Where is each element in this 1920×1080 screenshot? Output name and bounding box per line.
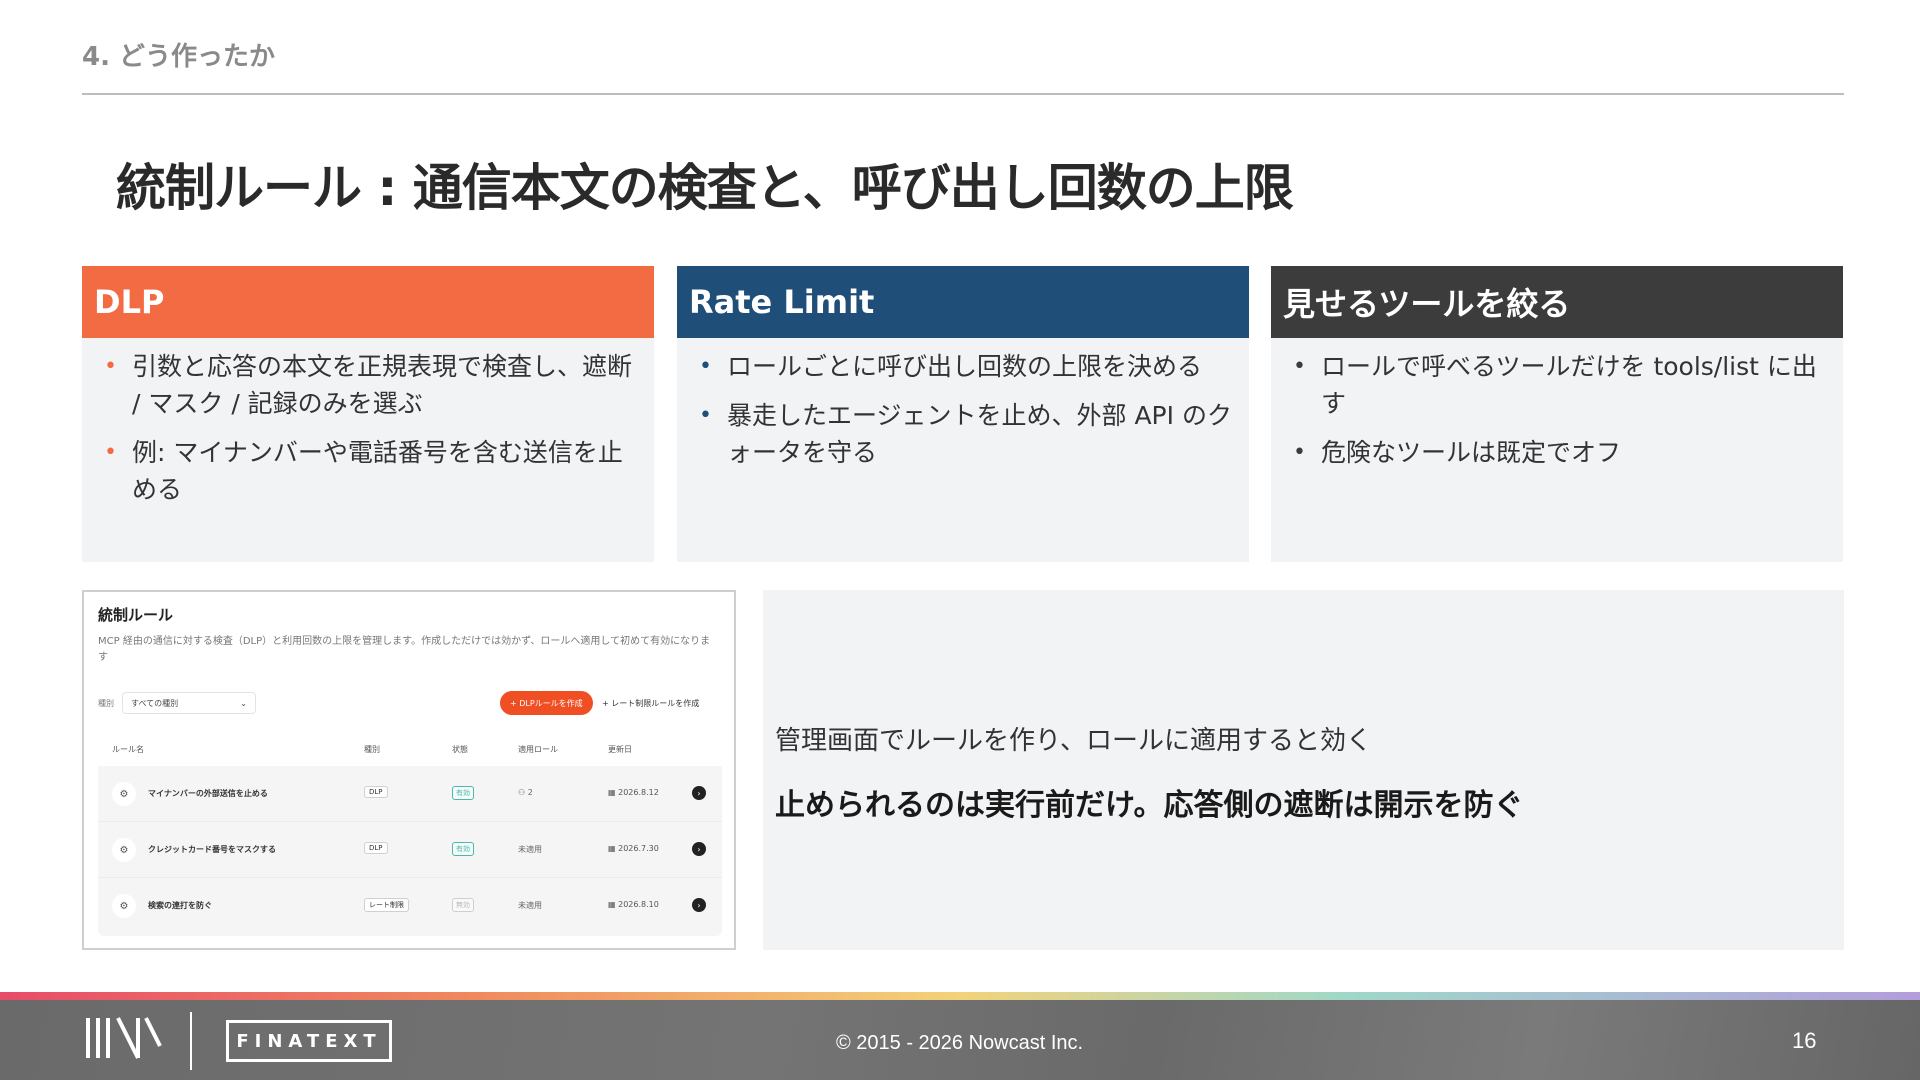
column-header: 種別 (364, 745, 380, 754)
bullet-text: 例: マイナンバーや電話番号を含む送信を止める (132, 438, 623, 504)
finatext-logo: FINATEXT (226, 1020, 392, 1062)
filter-label: 種別 (98, 698, 114, 708)
bullet-text: 引数と応答の本文を正規表現で検査し、遮断 / マスク / 記録のみを選ぶ (132, 352, 633, 418)
chevron-right-icon[interactable]: › (692, 786, 706, 800)
footer: FINATEXT © 2015 - 2026 Nowcast Inc. 16 (0, 1000, 1920, 1080)
rule-icon: ⚙ (112, 782, 136, 806)
column-header: 更新日 (608, 745, 632, 754)
rules-table: ルール名 種別 状態 適用ロール 更新日 ⚙ マイナンバーの外部送信を止める D… (98, 730, 722, 936)
bullet-icon: • (1293, 440, 1306, 465)
card-tool-filter: 見せるツールを絞る • ロールで呼べるツールだけを tools/list に出す … (1271, 266, 1843, 562)
rule-name: クレジットカード番号をマスクする (148, 845, 276, 854)
summary-emphasis: 止められるのは実行前だけ。応答側の遮断は開示を防ぐ (775, 788, 1524, 823)
applied-roles: ⚇ 2 (518, 788, 533, 797)
bullet-item: • 例: マイナンバーや電話番号を含む送信を止める (104, 434, 640, 508)
type-select[interactable]: すべての種別 ⌄ (122, 692, 256, 714)
updated-date: ▦ 2026.8.10 (608, 900, 659, 909)
calendar-icon: ▦ (608, 788, 619, 797)
slide-title: 統制ルール : 通信本文の検査と、呼び出し回数の上限 (116, 159, 1294, 217)
column-header: 適用ロール (518, 745, 558, 754)
rule-icon: ⚙ (112, 838, 136, 862)
bullet-item: • ロールで呼べるツールだけを tools/list に出す (1293, 348, 1829, 422)
rule-name: 検索の連打を防ぐ (148, 901, 212, 910)
bullet-item: • 危険なツールは既定でオフ (1293, 434, 1829, 471)
bullet-icon: • (1293, 354, 1306, 379)
bullet-icon: • (104, 440, 117, 465)
card-heading: Rate Limit (677, 266, 1249, 338)
type-badge: レート制限 (364, 898, 409, 912)
bullet-text: ロールごとに呼び出し回数の上限を決める (727, 352, 1203, 381)
bullet-icon: • (699, 403, 712, 428)
bullet-icon: • (104, 354, 117, 379)
updated-date: ▦ 2026.8.12 (608, 788, 659, 797)
column-header: 状態 (452, 745, 468, 754)
chevron-down-icon: ⌄ (240, 698, 247, 708)
header-divider (82, 93, 1844, 95)
updated-date: ▦ 2026.7.30 (608, 844, 659, 853)
column-header: ルール名 (112, 745, 144, 754)
status-badge: 有効 (452, 786, 474, 800)
users-icon: ⚇ (518, 788, 528, 797)
applied-roles: 未適用 (518, 845, 542, 854)
select-value: すべての種別 (131, 698, 179, 708)
create-dlp-rule-button[interactable]: + DLPルールを作成 (500, 691, 593, 715)
rule-icon: ⚙ (112, 894, 136, 918)
table-row[interactable]: ⚙ マイナンバーの外部送信を止める DLP 有効 ⚇ 2 ▦ 2026.8.12… (98, 766, 722, 822)
type-badge: DLP (364, 786, 388, 798)
footer-gradient-stripe (0, 992, 1920, 1000)
calendar-icon: ▦ (608, 844, 619, 853)
summary-line: 管理画面でルールを作り、ロールに適用すると効く (775, 726, 1372, 756)
card-heading: 見せるツールを絞る (1271, 266, 1843, 338)
admin-screenshot: 統制ルール MCP 経由の通信に対する検査（DLP）と利用回数の上限を管理します… (82, 590, 736, 950)
card-heading: DLP (82, 266, 654, 338)
page-number: 16 (1792, 1028, 1817, 1053)
summary-panel: 管理画面でルールを作り、ロールに適用すると効く 止められるのは実行前だけ。応答側… (763, 590, 1844, 950)
chevron-right-icon[interactable]: › (692, 898, 706, 912)
card-dlp: DLP • 引数と応答の本文を正規表現で検査し、遮断 / マスク / 記録のみを選… (82, 266, 654, 562)
copyright: © 2015 - 2026 Nowcast Inc. (836, 1032, 1084, 1054)
logo-divider (190, 1012, 192, 1070)
bullet-icon: • (699, 354, 712, 379)
calendar-icon: ▦ (608, 900, 619, 909)
bullet-text: 暴走したエージェントを止め、外部 API のクォータを守る (727, 401, 1232, 467)
rule-name: マイナンバーの外部送信を止める (148, 789, 268, 798)
bullet-item: • 引数と応答の本文を正規表現で検査し、遮断 / マスク / 記録のみを選ぶ (104, 348, 640, 422)
bullet-item: • 暴走したエージェントを止め、外部 API のクォータを守る (699, 397, 1235, 471)
type-badge: DLP (364, 842, 388, 854)
table-row[interactable]: ⚙ クレジットカード番号をマスクする DLP 有効 未適用 ▦ 2026.7.3… (98, 822, 722, 878)
bullet-text: 危険なツールは既定でオフ (1321, 438, 1622, 467)
table-row[interactable]: ⚙ 検索の連打を防ぐ レート制限 無効 未適用 ▦ 2026.8.10 › (98, 878, 722, 934)
screenshot-description: MCP 経由の通信に対する検査（DLP）と利用回数の上限を管理します。作成しただ… (98, 636, 711, 663)
bullet-text: ロールで呼べるツールだけを tools/list に出す (1321, 352, 1817, 418)
section-label: 4. どう作ったか (82, 42, 276, 72)
status-badge: 有効 (452, 842, 474, 856)
table-header: ルール名 種別 状態 適用ロール 更新日 (98, 730, 722, 766)
card-rate-limit: Rate Limit • ロールごとに呼び出し回数の上限を決める • 暴走したエージ… (677, 266, 1249, 562)
screenshot-title: 統制ルール (98, 606, 174, 624)
status-badge: 無効 (452, 898, 474, 912)
nowcast-logo-icon (86, 1017, 162, 1059)
chevron-right-icon[interactable]: › (692, 842, 706, 856)
bullet-item: • ロールごとに呼び出し回数の上限を決める (699, 348, 1235, 385)
applied-roles: 未適用 (518, 901, 542, 910)
type-filter: 種別 すべての種別 ⌄ (98, 692, 256, 714)
create-rate-limit-rule-button[interactable]: + レート制限ルールを作成 (596, 691, 705, 715)
